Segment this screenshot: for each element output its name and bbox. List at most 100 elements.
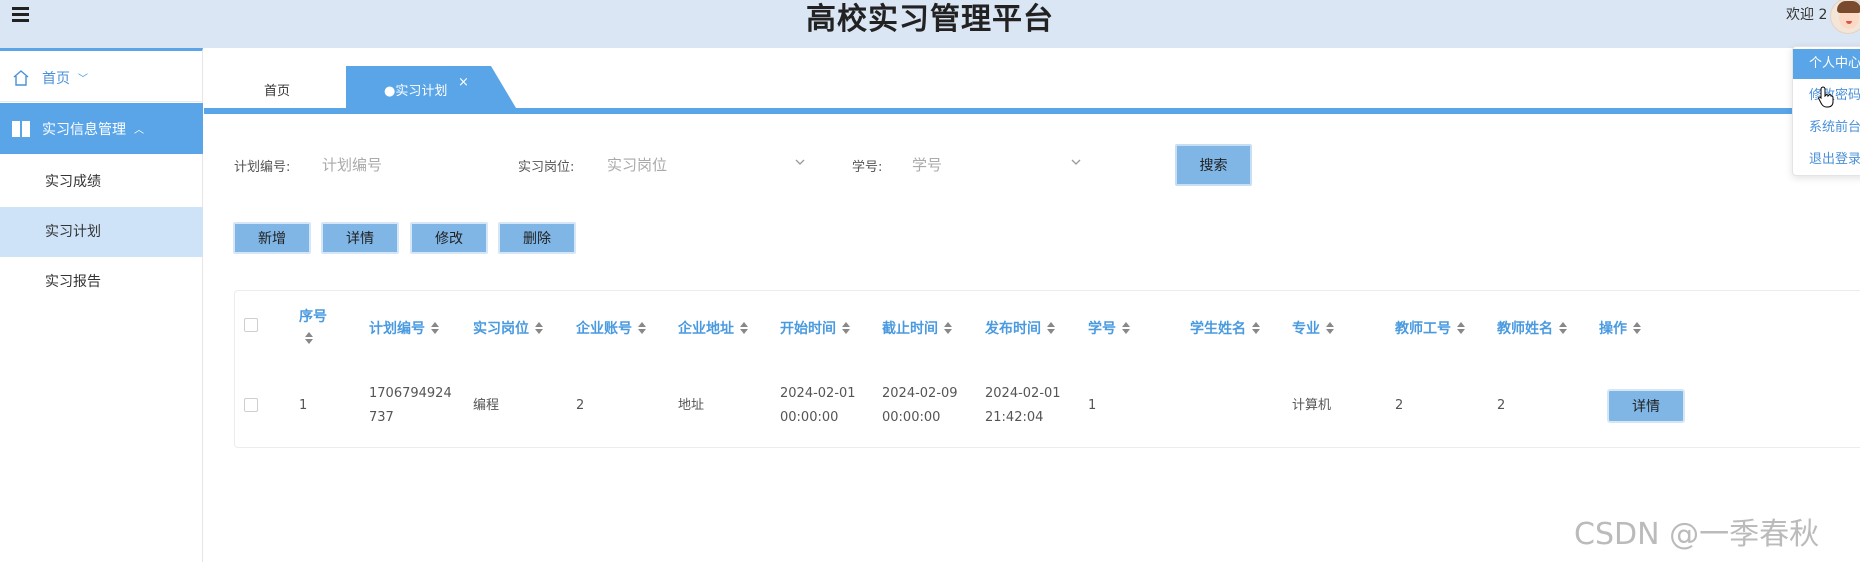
sidebar-item-grades[interactable]: 实习成绩 [0,157,203,207]
sort-icon[interactable] [842,322,850,334]
tab-internship-plan-label: ●实习计划 [384,84,448,99]
column-header-company-address[interactable]: 企业地址 [678,318,748,338]
column-header-label: 发布时间 [985,321,1041,337]
data-table [234,290,1860,448]
sort-icon[interactable] [305,332,313,344]
home-icon [13,69,29,86]
sort-icon[interactable] [1457,322,1465,334]
row-detail-button[interactable]: 详情 [1607,389,1685,423]
watermark: CSDN @一季春秋 [1574,517,1820,552]
close-icon[interactable]: × [458,75,469,90]
post-select[interactable] [607,148,787,182]
column-header-plan-no[interactable]: 计划编号 [369,318,439,338]
cell-end-date: 2024-02-09 [882,386,958,401]
detail-button[interactable]: 详情 [321,222,399,254]
sort-icon[interactable] [431,322,439,334]
column-header-student-name[interactable]: 学生姓名 [1190,318,1260,338]
cell-publish-date: 2024-02-01 [985,386,1061,401]
student-no-label: 学号: [852,160,883,175]
plan-no-input[interactable] [322,148,482,182]
cell-teacher-no: 2 [1395,398,1404,413]
column-header-label: 开始时间 [780,321,836,337]
app-title: 高校实习管理平台 [806,2,1054,37]
sort-icon[interactable] [740,322,748,334]
cell-student-no: 1 [1088,398,1097,413]
column-header-post[interactable]: 实习岗位 [473,318,543,338]
edit-button[interactable]: 修改 [410,222,488,254]
cell-end-time: 00:00:00 [882,410,941,425]
column-header-label: 企业账号 [576,321,632,337]
cell-index: 1 [299,398,308,413]
user-avatar[interactable] [1830,0,1860,34]
chevron-down-icon [1071,159,1081,165]
sidebar-item-report[interactable]: 实习报告 [0,257,203,307]
avatar-hair [1837,1,1860,13]
sidebar-item-plan[interactable]: 实习计划 [0,207,203,257]
tab-internship-plan[interactable]: ●实习计划 × [346,66,516,108]
column-header-operation[interactable]: 操作 [1599,318,1641,338]
chevron-up-icon: ︿ [134,125,144,136]
row-checkbox[interactable] [244,398,258,412]
delete-button[interactable]: 删除 [498,222,576,254]
sort-icon[interactable] [1559,322,1567,334]
cell-plan-no: 1706794924 [369,386,452,401]
column-header-label: 操作 [1599,321,1627,337]
column-header-index[interactable]: 序号 [299,306,327,344]
app-root: 高校实习管理平台 欢迎 2 首页 ﹀ 实习信息管理 ︿ 实习成绩 实习计划 实习… [0,0,1860,562]
cell-post: 编程 [473,398,500,413]
sort-icon[interactable] [535,322,543,334]
sidebar-home-label: 首页 [42,70,70,87]
column-header-label: 序号 [299,309,327,325]
column-header-publish-time[interactable]: 发布时间 [985,318,1055,338]
menu-item-logout[interactable]: 退出登录 [1793,145,1860,175]
sidebar-group-internship-info[interactable]: 实习信息管理 ︿ [0,103,203,154]
column-header-label: 学号 [1088,321,1116,337]
column-header-label: 计划编号 [369,321,425,337]
cell-plan-no-cont: 737 [369,410,394,425]
hand-cursor-icon [1818,86,1834,108]
menu-item-profile[interactable]: 个人中心 [1793,49,1860,79]
search-button[interactable]: 搜索 [1175,144,1252,186]
top-header: 高校实习管理平台 欢迎 2 [0,0,1860,48]
chevron-down-icon: ﹀ [78,74,88,85]
sort-icon[interactable] [1122,322,1130,334]
cell-publish-time: 21:42:04 [985,410,1044,425]
column-header-major[interactable]: 专业 [1292,318,1334,338]
add-button[interactable]: 新增 [233,222,311,254]
cell-start-time: 00:00:00 [780,410,839,425]
sort-icon[interactable] [1326,322,1334,334]
cell-teacher-name: 2 [1497,398,1506,413]
column-header-label: 学生姓名 [1190,321,1246,337]
sort-icon[interactable] [638,322,646,334]
column-header-start-time[interactable]: 开始时间 [780,318,850,338]
column-header-label: 专业 [1292,321,1320,337]
select-all-checkbox[interactable] [244,318,258,332]
column-header-label: 教师姓名 [1497,321,1553,337]
column-header-company-account[interactable]: 企业账号 [576,318,646,338]
cell-major: 计算机 [1292,398,1332,413]
book-icon [12,120,30,137]
column-header-label: 截止时间 [882,321,938,337]
column-header-student-no[interactable]: 学号 [1088,318,1130,338]
column-header-label: 实习岗位 [473,321,529,337]
menu-item-frontend[interactable]: 系统前台 [1793,113,1860,143]
sidebar-item-home[interactable]: 首页 ﹀ [0,54,203,102]
sort-icon[interactable] [1633,322,1641,334]
student-no-select[interactable] [912,148,1062,182]
column-header-label: 企业地址 [678,321,734,337]
column-header-teacher-name[interactable]: 教师姓名 [1497,318,1567,338]
chevron-down-icon [795,159,805,165]
post-label: 实习岗位: [518,160,575,175]
sort-icon[interactable] [1252,322,1260,334]
sort-icon[interactable] [944,322,952,334]
sidebar: 首页 ﹀ 实习信息管理 ︿ 实习成绩 实习计划 实习报告 [0,48,203,562]
sidebar-group-label: 实习信息管理 [42,121,126,138]
column-header-end-time[interactable]: 截止时间 [882,318,952,338]
tab-home[interactable]: 首页 [264,80,290,99]
plan-no-label: 计划编号: [234,160,291,175]
cell-company-account: 2 [576,398,585,413]
sort-icon[interactable] [1047,322,1055,334]
welcome-text: 欢迎 2 [1786,7,1828,23]
column-header-teacher-no[interactable]: 教师工号 [1395,318,1465,338]
column-header-label: 教师工号 [1395,321,1451,337]
